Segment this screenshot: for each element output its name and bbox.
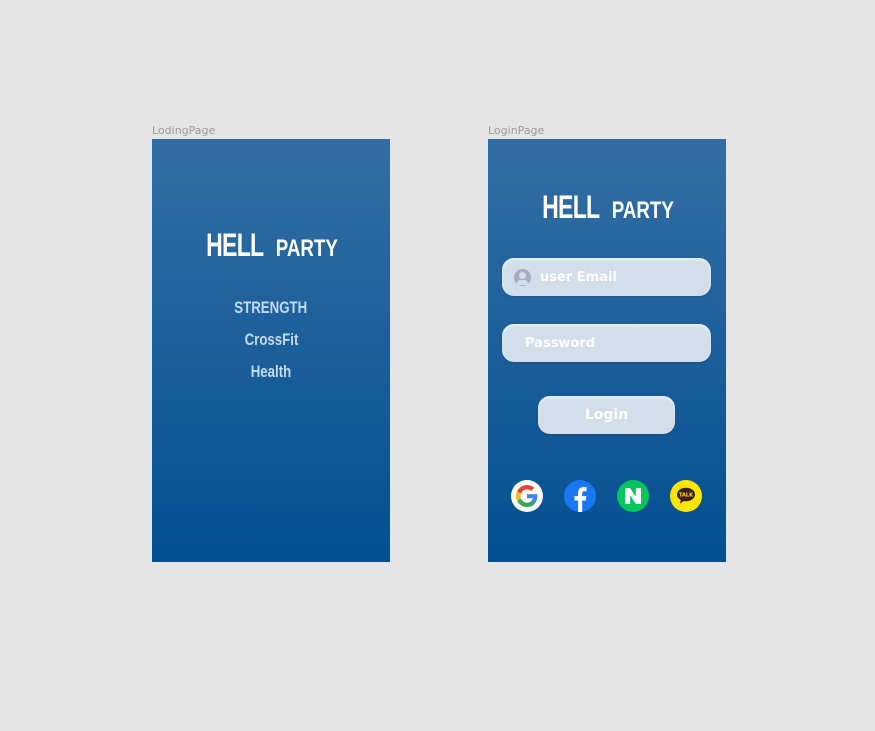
logo-hell-text: HELL [206, 227, 265, 263]
tagline-health: Health [250, 362, 292, 381]
tagline-strength: STRENGTH [234, 298, 308, 317]
facebook-icon [574, 487, 587, 512]
kakaotalk-login-button[interactable]: TALK [670, 480, 702, 512]
email-field[interactable]: user Email [502, 258, 711, 296]
tagline-crossfit: CrossFit [244, 330, 298, 349]
logo-party-text: PARTY [611, 197, 674, 224]
loading-page-frame-label: LodingPage [152, 124, 216, 137]
logo-party-text: PARTY [275, 235, 338, 262]
login-page-frame-label: LoginPage [488, 124, 545, 137]
naver-login-button[interactable] [617, 480, 649, 512]
loading-page-logo: HELL PARTY [152, 227, 390, 264]
user-icon [514, 268, 531, 286]
password-field[interactable]: Password [502, 324, 711, 362]
email-placeholder: user Email [540, 269, 617, 285]
password-placeholder: Password [525, 335, 596, 351]
login-page-logo: HELL PARTY [488, 189, 726, 226]
kakaotalk-icon: TALK [677, 487, 695, 504]
login-button[interactable]: Login [538, 396, 675, 434]
google-icon [516, 485, 538, 507]
svg-text:TALK: TALK [679, 492, 694, 498]
naver-icon [625, 488, 641, 504]
google-login-button[interactable] [511, 480, 543, 512]
logo-hell-text: HELL [542, 189, 601, 225]
loading-page-frame: HELL PARTY STRENGTH CrossFit Health [152, 139, 390, 562]
facebook-login-button[interactable] [564, 480, 596, 512]
login-page-frame: HELL PARTY user Email Password Login TAL… [488, 139, 726, 562]
